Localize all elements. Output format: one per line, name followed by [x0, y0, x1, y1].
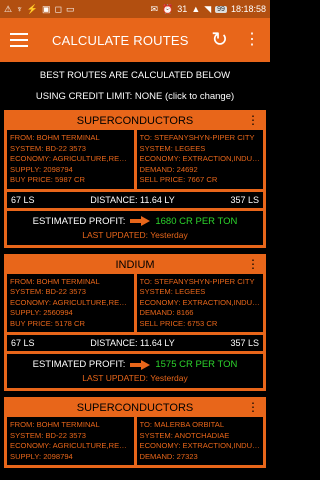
cast-icon: ▭ [66, 3, 75, 14]
route-card[interactable]: SUPERCONDUCTORS ⋮ FROM: BOHM TERMINAL SY… [4, 397, 266, 468]
warning-icon: ⚠ [4, 3, 13, 14]
distance: DISTANCE: 11.64 LY [90, 194, 175, 205]
profit-label: ESTIMATED PROFIT: [32, 359, 126, 370]
route-card[interactable]: SUPERCONDUCTORS ⋮ FROM: BOHM TERMINAL SY… [4, 110, 266, 248]
card-more-icon[interactable]: ⋮ [247, 400, 259, 414]
to-demand: DEMAND: 24692 [139, 164, 198, 174]
status-left-icons: ⚠ ♆ ⚡ ▣ ◻ ▭ [4, 3, 75, 14]
from-system: SYSTEM: BD-22 3573 [10, 430, 86, 440]
from-supply: SUPPLY: 2560994 [10, 308, 73, 317]
commodity-name: SUPERCONDUCTORS [76, 402, 194, 414]
last-updated: LAST UPDATED: Yesterday [82, 229, 188, 240]
arrow-right-icon [130, 216, 151, 226]
charging-icon: ⚡ [26, 3, 39, 14]
card-header: INDIUM ⋮ [7, 256, 263, 274]
clock: 18:18:58 [230, 4, 266, 14]
to-panel: TO: STEFANYSHYN-PIPER CITY SYSTEM: LEGEE… [136, 273, 263, 332]
from-station: FROM: BOHM TERMINAL [10, 420, 100, 429]
last-updated: LAST UPDATED: Yesterday [82, 373, 188, 383]
profit-label: ESTIMATED PROFIT: [32, 215, 126, 227]
alarm-icon: ⏰ [162, 3, 174, 14]
status-bar: ⚠ ♆ ⚡ ▣ ◻ ▭ ✉ ⏰ 31 ▲ ◥ 99 18:18:58 [0, 0, 270, 18]
to-system: SYSTEM: LEGEES [139, 287, 206, 296]
commodity-name: SUPERCONDUCTORS [76, 115, 194, 127]
from-system: SYSTEM: BD-22 3573 [10, 143, 86, 153]
page-title: CALCULATE ROUTES [52, 32, 189, 48]
from-system: SYSTEM: BD-22 3573 [10, 287, 86, 296]
route-card[interactable]: INDIUM ⋮ FROM: BOHM TERMINAL SYSTEM: BD-… [4, 253, 266, 391]
network-label: 31 [177, 3, 188, 14]
to-ls: 357 LS [230, 338, 259, 348]
image-icon: ▣ [42, 3, 51, 14]
buy-price: BUY PRICE: 5178 CR [10, 318, 85, 328]
app-bar: CALCULATE ROUTES ↻ ⋮ [0, 18, 270, 62]
to-station: TO: MALERBA ORBITAL [139, 420, 225, 429]
to-economy: ECONOMY: EXTRACTION,INDUSTRIAL [139, 297, 261, 307]
distance-row: 67 LS DISTANCE: 11.64 LY 357 LS [7, 335, 263, 351]
sell-price: SELL PRICE: 7667 CR [139, 175, 218, 184]
profit-panel: ESTIMATED PROFIT: 1680 CR PER TON LAST U… [7, 210, 263, 245]
credit-limit-link[interactable]: USING CREDIT LIMIT: NONE (click to chang… [0, 81, 270, 110]
signal-icon: ◥ [204, 3, 212, 14]
buy-price: BUY PRICE: 5987 CR [10, 175, 85, 184]
card-more-icon[interactable]: ⋮ [247, 257, 259, 271]
to-panel: TO: STEFANYSHYN-PIPER CITY SYSTEM: LEGEE… [136, 130, 263, 189]
to-demand: DEMAND: 8166 [139, 308, 194, 317]
from-panel: FROM: BOHM TERMINAL SYSTEM: BD-22 3573 E… [7, 130, 134, 189]
to-station: TO: STEFANYSHYN-PIPER CITY [139, 133, 255, 142]
refresh-icon[interactable]: ↻ [211, 30, 228, 50]
profit-panel: ESTIMATED PROFIT: 1575 CR PER TON LAST U… [7, 354, 263, 388]
from-supply: SUPPLY: 2098794 [10, 451, 73, 461]
profit-value: 1680 CR PER TON [155, 215, 238, 227]
menu-icon[interactable] [10, 33, 28, 47]
card-header: SUPERCONDUCTORS ⋮ [7, 399, 263, 417]
battery-icon: 99 [215, 5, 227, 13]
notification-icon: ◻ [54, 3, 63, 14]
overflow-menu-icon[interactable]: ⋮ [244, 32, 260, 48]
usb-icon: ♆ [16, 3, 23, 14]
profit-value: 1575 CR PER TON [155, 359, 238, 370]
arrow-right-icon [130, 359, 151, 370]
message-icon: ✉ [150, 3, 159, 14]
from-station: FROM: BOHM TERMINAL [10, 276, 100, 286]
to-economy: ECONOMY: EXTRACTION,INDUSTRIAL [139, 441, 261, 450]
from-ls: 67 LS [11, 194, 35, 205]
distance: DISTANCE: 11.64 LY [90, 338, 175, 348]
from-economy: ECONOMY: AGRICULTURE,REFINERY [10, 441, 131, 450]
to-economy: ECONOMY: EXTRACTION,INDUSTRIAL [139, 154, 261, 163]
to-ls: 357 LS [230, 194, 259, 205]
from-economy: ECONOMY: AGRICULTURE,REFINERY [10, 154, 131, 163]
from-supply: SUPPLY: 2098794 [10, 164, 73, 174]
from-station: FROM: BOHM TERMINAL [10, 133, 100, 142]
to-system: SYSTEM: LEGEES [139, 143, 206, 153]
info-text: BEST ROUTES ARE CALCULATED BELOW [39, 70, 231, 81]
card-header: SUPERCONDUCTORS ⋮ [7, 112, 263, 130]
to-system: SYSTEM: ANOTCHADIAE [139, 430, 230, 440]
sell-price: SELL PRICE: 6753 CR [139, 318, 218, 328]
from-panel: FROM: BOHM TERMINAL SYSTEM: BD-22 3573 E… [7, 273, 134, 332]
to-panel: TO: MALERBA ORBITAL SYSTEM: ANOTCHADIAE … [136, 417, 263, 465]
card-more-icon[interactable]: ⋮ [247, 113, 259, 127]
from-ls: 67 LS [11, 338, 35, 348]
from-panel: FROM: BOHM TERMINAL SYSTEM: BD-22 3573 E… [7, 417, 134, 465]
wifi-icon: ▲ [191, 3, 201, 14]
to-station: TO: STEFANYSHYN-PIPER CITY [139, 276, 255, 286]
status-right-icons: ✉ ⏰ 31 ▲ ◥ 99 18:18:58 [151, 4, 266, 14]
from-economy: ECONOMY: AGRICULTURE,REFINERY [10, 297, 131, 307]
to-demand: DEMAND: 27323 [139, 451, 198, 461]
distance-row: 67 LS DISTANCE: 11.64 LY 357 LS [7, 191, 263, 208]
commodity-name: INDIUM [115, 258, 155, 271]
